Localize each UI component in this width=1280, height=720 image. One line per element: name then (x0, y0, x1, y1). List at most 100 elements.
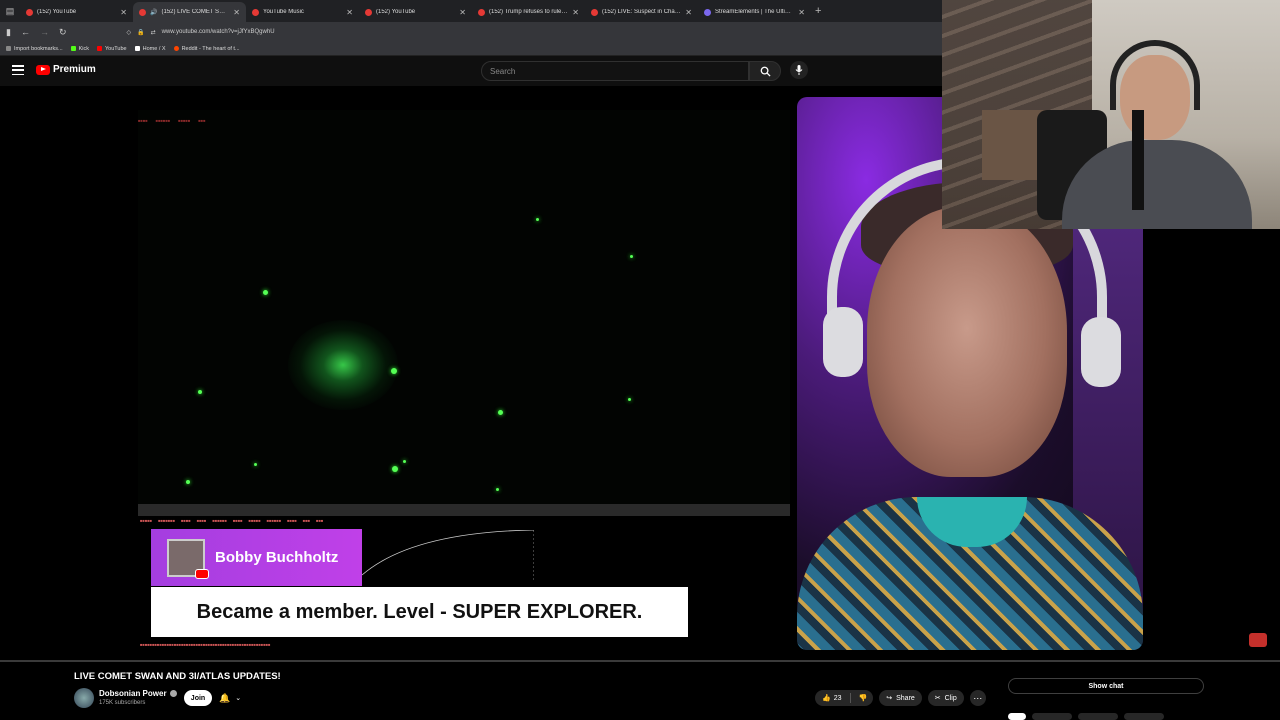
new-tab-plus-icon[interactable]: + (815, 5, 821, 17)
youtube-logo[interactable]: Premium (36, 64, 96, 75)
star (498, 410, 503, 415)
tab[interactable]: (152) Trump refuses to rule out ✕ (472, 2, 585, 22)
telescope-capture-view: ■■■■ ■■■■■■ ■■■■■ ■■■ (138, 110, 790, 504)
tab[interactable]: YouTube Music ✕ (246, 2, 359, 22)
capture-toolbar: ■■■■ ■■■■■■ ■■■■■ ■■■ (138, 118, 206, 123)
kick-icon (70, 46, 76, 51)
speaker-icon: 🔊 (150, 9, 158, 16)
close-tab-icon[interactable]: ✕ (459, 8, 466, 17)
subscriber-count: 175K subscribers (99, 700, 146, 706)
url-field[interactable]: ◇ 🔒 ⇄ www.youtube.com/watch?v=jJfYxBQgwh… (127, 25, 275, 39)
chevron-down-icon: ⌄ (235, 695, 242, 702)
star (198, 390, 202, 394)
lock-icon: 🔒 (137, 29, 145, 36)
chip[interactable] (1008, 713, 1026, 720)
close-tab-icon[interactable]: ✕ (685, 8, 692, 17)
star (186, 480, 190, 484)
reddit-icon (173, 46, 179, 51)
video-title: LIVE COMET SWAN AND 3I/ATLAS UPDATES! (74, 671, 281, 682)
more-actions-button[interactable]: ⋯ (969, 690, 986, 706)
dislike-button[interactable]: 👎 (859, 694, 874, 702)
chip[interactable] (1124, 713, 1164, 720)
guest-webcam (942, 0, 1280, 229)
channel-avatar[interactable] (74, 688, 94, 708)
youtube-favicon-icon (26, 8, 33, 16)
x-icon (134, 46, 140, 51)
youtube-favicon-icon (591, 8, 598, 16)
histogram-curve (362, 530, 534, 580)
tab-search-icon[interactable]: ▤ (0, 0, 20, 22)
bookmark-item[interactable]: Kick (70, 46, 89, 52)
scissors-icon: ✂ (934, 695, 941, 702)
star (536, 218, 539, 221)
bell-icon: 🔔 (219, 692, 231, 703)
member-avatar (167, 538, 209, 579)
close-tab-icon[interactable]: ✕ (346, 8, 353, 17)
clip-button[interactable]: ✂ Clip (927, 690, 964, 706)
search-input[interactable]: Search (481, 61, 749, 81)
reload-icon[interactable]: ↻ (59, 27, 67, 38)
youtube-watermark-icon[interactable] (1249, 633, 1267, 647)
bookmark-item[interactable]: Reddit - The heart of t... (173, 46, 240, 52)
video-progress-bar[interactable] (0, 660, 1280, 662)
menu-icon[interactable] (12, 65, 24, 75)
show-chat-button[interactable]: Show chat (1008, 678, 1204, 694)
chip[interactable] (1078, 713, 1118, 720)
shield-icon: ◇ (126, 29, 132, 36)
member-alert-message: Became a member. Level - SUPER EXPLORER. (151, 587, 688, 637)
star (630, 255, 633, 258)
comet-image (288, 320, 398, 410)
star (496, 488, 499, 491)
thumbs-down-icon: 👎 (858, 695, 868, 702)
more-horizontal-icon: ⋯ (973, 692, 983, 703)
sidebar-toggle-icon[interactable]: ▮ (6, 27, 11, 38)
thumbs-up-icon: 👍 (822, 695, 831, 702)
close-tab-icon[interactable]: ✕ (572, 8, 579, 17)
close-tab-icon[interactable]: ✕ (120, 8, 127, 17)
member-name: Bobby Buchholtz (215, 549, 339, 566)
import-icon (6, 46, 11, 51)
capture-status-strip: ■■■■■■■■■■■■■■■■■■■■■■■■■■■■■■■■■■■■■■■■… (140, 642, 271, 647)
url-text: www.youtube.com/watch?v=jJfYxBQgwhU (161, 29, 275, 35)
channel-name-row[interactable]: Dobsonian Power (99, 689, 177, 698)
bookmark-item[interactable]: YouTube (97, 46, 127, 52)
tab[interactable]: (152) YouTube ✕ (359, 2, 472, 22)
bookmark-item[interactable]: Home / X (134, 46, 166, 52)
star (263, 290, 268, 295)
capture-tabs: ■■■■■ ■■■■■■■ ■■■■ ■■■■ ■■■■■■ ■■■■ ■■■■■ ■■■■■… (140, 518, 324, 523)
verified-icon (169, 690, 177, 697)
star (403, 460, 406, 463)
search-button[interactable] (749, 61, 781, 81)
share-button[interactable]: ↪ Share (879, 690, 922, 706)
back-arrow-icon[interactable]: ← (21, 27, 30, 37)
microphone-icon (795, 65, 803, 75)
address-bar-row: ▮ ← → ↻ ◇ 🔒 ⇄ www.youtube.com/watch?v=jJ… (0, 22, 942, 42)
star (391, 368, 397, 374)
forward-arrow-icon[interactable]: → (40, 27, 49, 37)
bookmarks-bar: Import bookmarks... Kick YouTube Home / … (0, 42, 942, 56)
streamelements-favicon-icon (704, 8, 711, 16)
tab[interactable]: (152) YouTube ✕ (20, 2, 133, 22)
like-button[interactable]: 👍 23 (822, 694, 842, 703)
notification-bell-button[interactable]: 🔔 ⌄ (219, 690, 241, 706)
tab[interactable]: StreamElements | The Ultimate ✕ (698, 2, 811, 22)
youtube-badge-icon (195, 568, 209, 579)
close-tab-icon[interactable]: ✕ (798, 8, 805, 17)
join-button[interactable]: Join (184, 690, 212, 706)
star (628, 398, 631, 401)
channel-name[interactable]: Dobsonian Power (99, 689, 167, 698)
star (254, 463, 257, 466)
close-tab-icon[interactable]: ✕ (233, 8, 240, 17)
star (392, 466, 398, 472)
site-settings-icon[interactable]: ⇄ (151, 29, 156, 36)
chip[interactable] (1032, 713, 1072, 720)
youtube-music-favicon-icon (252, 8, 259, 16)
tab-active[interactable]: 🔊(152) LIVE COMET SWAN A✕ (133, 2, 246, 22)
search-icon (760, 66, 771, 77)
tab[interactable]: (152) LIVE: Suspect in Charlie K ✕ (585, 2, 698, 22)
bookmark-item[interactable]: Import bookmarks... (6, 46, 63, 52)
like-dislike-group: 👍 23 👎 (815, 690, 874, 706)
capture-scrollbar (138, 504, 790, 516)
voice-search-button[interactable] (790, 61, 808, 79)
member-alert-badge: Bobby Buchholtz (151, 529, 362, 586)
